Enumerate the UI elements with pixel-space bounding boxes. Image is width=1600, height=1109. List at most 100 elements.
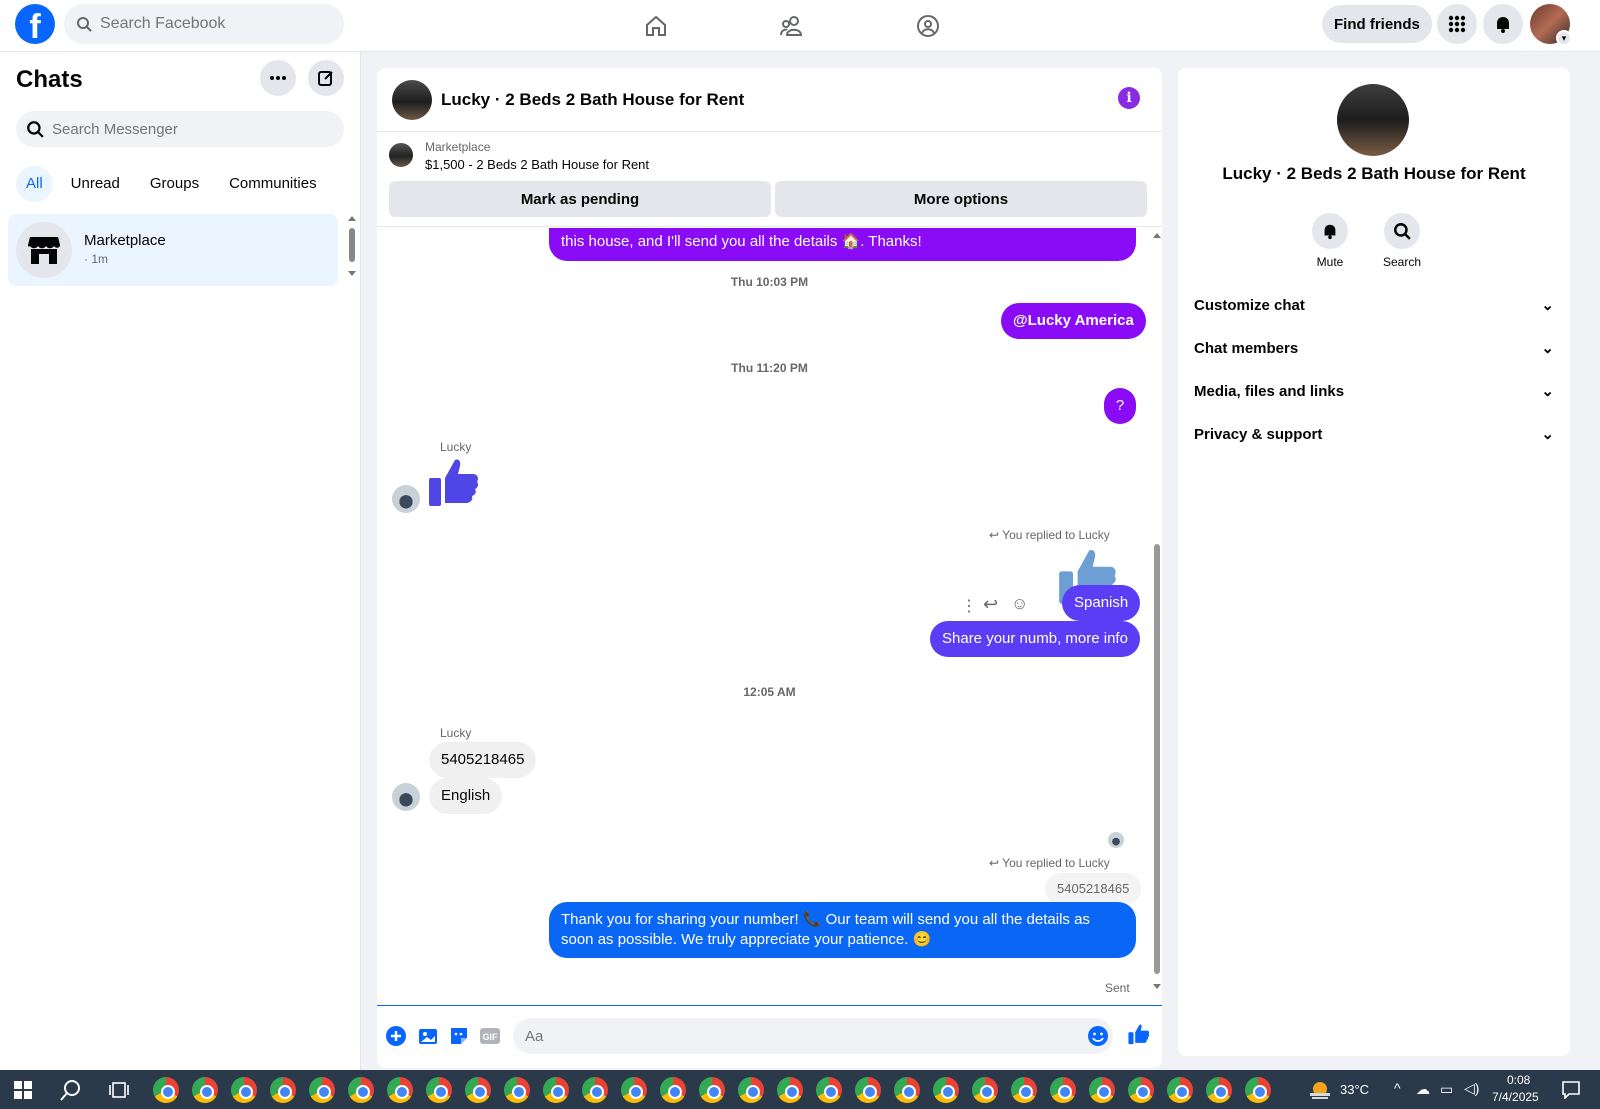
facebook-logo-icon[interactable]: f xyxy=(15,4,55,44)
windows-start-icon[interactable] xyxy=(14,1081,32,1099)
notifications-bell-icon[interactable] xyxy=(1483,4,1523,44)
chrome-app-icon[interactable] xyxy=(192,1077,218,1103)
chrome-app-icon[interactable] xyxy=(816,1077,842,1103)
message-bubble[interactable]: 5405218465 xyxy=(429,742,537,778)
message-bubble[interactable]: Share your numb, more info xyxy=(930,621,1140,657)
thumbs-up-icon[interactable] xyxy=(429,456,479,508)
filter-unread[interactable]: Unread xyxy=(59,166,132,202)
chrome-app-icon[interactable] xyxy=(1167,1077,1193,1103)
conversation-title[interactable]: Lucky · 2 Beds 2 Bath House for Rent xyxy=(441,90,744,110)
search-icon[interactable] xyxy=(60,1079,82,1101)
chat-list-item-marketplace[interactable]: Marketplace · 1m xyxy=(8,214,338,286)
facebook-search-box[interactable] xyxy=(64,4,344,44)
chrome-app-icon[interactable] xyxy=(699,1077,725,1103)
top-navigation-bar: f Find friends ▾ xyxy=(0,0,1600,52)
message-more-icon[interactable]: ⋮ xyxy=(961,596,978,616)
messenger-search-input[interactable] xyxy=(52,120,312,138)
weather-sun-icon[interactable] xyxy=(1308,1079,1332,1101)
customize-chat-row[interactable]: Customize chat ⌄ xyxy=(1194,285,1554,325)
more-options-button[interactable]: More options xyxy=(775,181,1147,217)
conversation-avatar[interactable] xyxy=(392,80,432,120)
onedrive-icon[interactable]: ☁ xyxy=(1416,1081,1430,1098)
network-icon[interactable]: ▭ xyxy=(1440,1081,1453,1098)
chrome-app-icon[interactable] xyxy=(738,1077,764,1103)
chat-info-avatar[interactable] xyxy=(1337,84,1409,156)
sender-avatar[interactable] xyxy=(392,485,420,513)
chrome-app-icon[interactable] xyxy=(1089,1077,1115,1103)
chrome-app-icon[interactable] xyxy=(231,1077,257,1103)
search-action[interactable]: Search xyxy=(1370,213,1434,269)
friends-icon[interactable] xyxy=(772,8,812,44)
chrome-app-icon[interactable] xyxy=(855,1077,881,1103)
chrome-app-icon[interactable] xyxy=(1011,1077,1037,1103)
photo-icon[interactable] xyxy=(417,1025,439,1047)
message-bubble[interactable]: ? xyxy=(1104,388,1136,424)
chrome-app-icon[interactable] xyxy=(894,1077,920,1103)
chrome-app-icon[interactable] xyxy=(621,1077,647,1103)
menu-grid-icon[interactable] xyxy=(1437,4,1477,44)
gif-icon[interactable]: GIF xyxy=(479,1025,501,1047)
message-bubble[interactable]: this house, and I'll send you all the de… xyxy=(549,228,1136,261)
home-icon[interactable] xyxy=(636,8,676,44)
chrome-app-icon[interactable] xyxy=(270,1077,296,1103)
clock-time[interactable]: 0:08 xyxy=(1507,1073,1530,1087)
volume-icon[interactable]: ◁) xyxy=(1464,1080,1479,1097)
chrome-app-icon[interactable] xyxy=(582,1077,608,1103)
filter-groups[interactable]: Groups xyxy=(138,166,211,202)
chevron-up-icon[interactable]: ^ xyxy=(1394,1080,1401,1096)
chrome-app-icon[interactable] xyxy=(465,1077,491,1103)
emoji-icon[interactable] xyxy=(1087,1025,1109,1047)
chrome-app-icon[interactable] xyxy=(777,1077,803,1103)
chrome-app-icon[interactable] xyxy=(1050,1077,1076,1103)
facebook-search-input[interactable] xyxy=(100,15,320,33)
message-input[interactable] xyxy=(513,1018,1113,1054)
chrome-app-icon[interactable] xyxy=(543,1077,569,1103)
message-bubble[interactable]: Thank you for sharing your number! 📞 Our… xyxy=(549,902,1136,958)
reply-icon[interactable]: ↩ xyxy=(983,594,998,615)
chat-list-scrollbar[interactable] xyxy=(348,216,356,276)
chevron-down-icon[interactable]: ▾ xyxy=(1556,30,1572,46)
chrome-app-icon[interactable] xyxy=(153,1077,179,1103)
chat-members-row[interactable]: Chat members ⌄ xyxy=(1194,328,1554,368)
info-icon[interactable]: i xyxy=(1118,87,1140,109)
plus-icon[interactable] xyxy=(385,1025,407,1047)
chrome-app-icon[interactable] xyxy=(1128,1077,1154,1103)
chrome-app-icon[interactable] xyxy=(660,1077,686,1103)
mute-action[interactable]: Mute xyxy=(1298,213,1362,269)
message-bubble[interactable]: English xyxy=(429,778,503,814)
filter-communities[interactable]: Communities xyxy=(217,166,329,202)
chrome-app-icon[interactable] xyxy=(426,1077,452,1103)
chrome-app-icon[interactable] xyxy=(387,1077,413,1103)
listing-title[interactable]: $1,500 - 2 Beds 2 Bath House for Rent xyxy=(425,157,649,172)
listing-thumbnail[interactable] xyxy=(389,143,413,167)
media-files-links-row[interactable]: Media, files and links ⌄ xyxy=(1194,371,1554,411)
chrome-app-icon[interactable] xyxy=(1206,1077,1232,1103)
quoted-message[interactable]: 5405218465 xyxy=(1045,873,1142,905)
message-bubble[interactable]: @Lucky America xyxy=(1001,303,1146,339)
clock-date[interactable]: 7/4/2025 xyxy=(1492,1090,1539,1104)
chrome-app-icon[interactable] xyxy=(972,1077,998,1103)
chrome-app-icon[interactable] xyxy=(348,1077,374,1103)
groups-icon[interactable] xyxy=(908,8,948,44)
like-icon[interactable] xyxy=(1128,1023,1150,1045)
task-view-icon[interactable] xyxy=(109,1081,129,1099)
search-icon xyxy=(77,17,92,32)
sender-avatar[interactable] xyxy=(392,783,420,811)
mark-as-pending-button[interactable]: Mark as pending xyxy=(389,181,771,217)
chrome-app-icon[interactable] xyxy=(309,1077,335,1103)
chrome-app-icon[interactable] xyxy=(1245,1077,1271,1103)
conversation-scrollbar[interactable] xyxy=(1152,232,1162,992)
chrome-app-icon[interactable] xyxy=(933,1077,959,1103)
message-bubble[interactable]: Spanish xyxy=(1062,585,1141,621)
find-friends-button[interactable]: Find friends xyxy=(1322,5,1432,43)
messenger-search-box[interactable] xyxy=(16,111,344,147)
react-emoji-icon[interactable]: ☺ xyxy=(1011,594,1028,614)
sticker-icon[interactable] xyxy=(448,1025,470,1047)
notification-center-icon[interactable] xyxy=(1562,1081,1580,1099)
temperature[interactable]: 33°C xyxy=(1340,1082,1369,1097)
more-options-icon[interactable] xyxy=(260,60,296,96)
filter-all[interactable]: All xyxy=(16,166,53,202)
privacy-support-row[interactable]: Privacy & support ⌄ xyxy=(1194,414,1554,454)
new-message-icon[interactable] xyxy=(308,60,344,96)
chrome-app-icon[interactable] xyxy=(504,1077,530,1103)
